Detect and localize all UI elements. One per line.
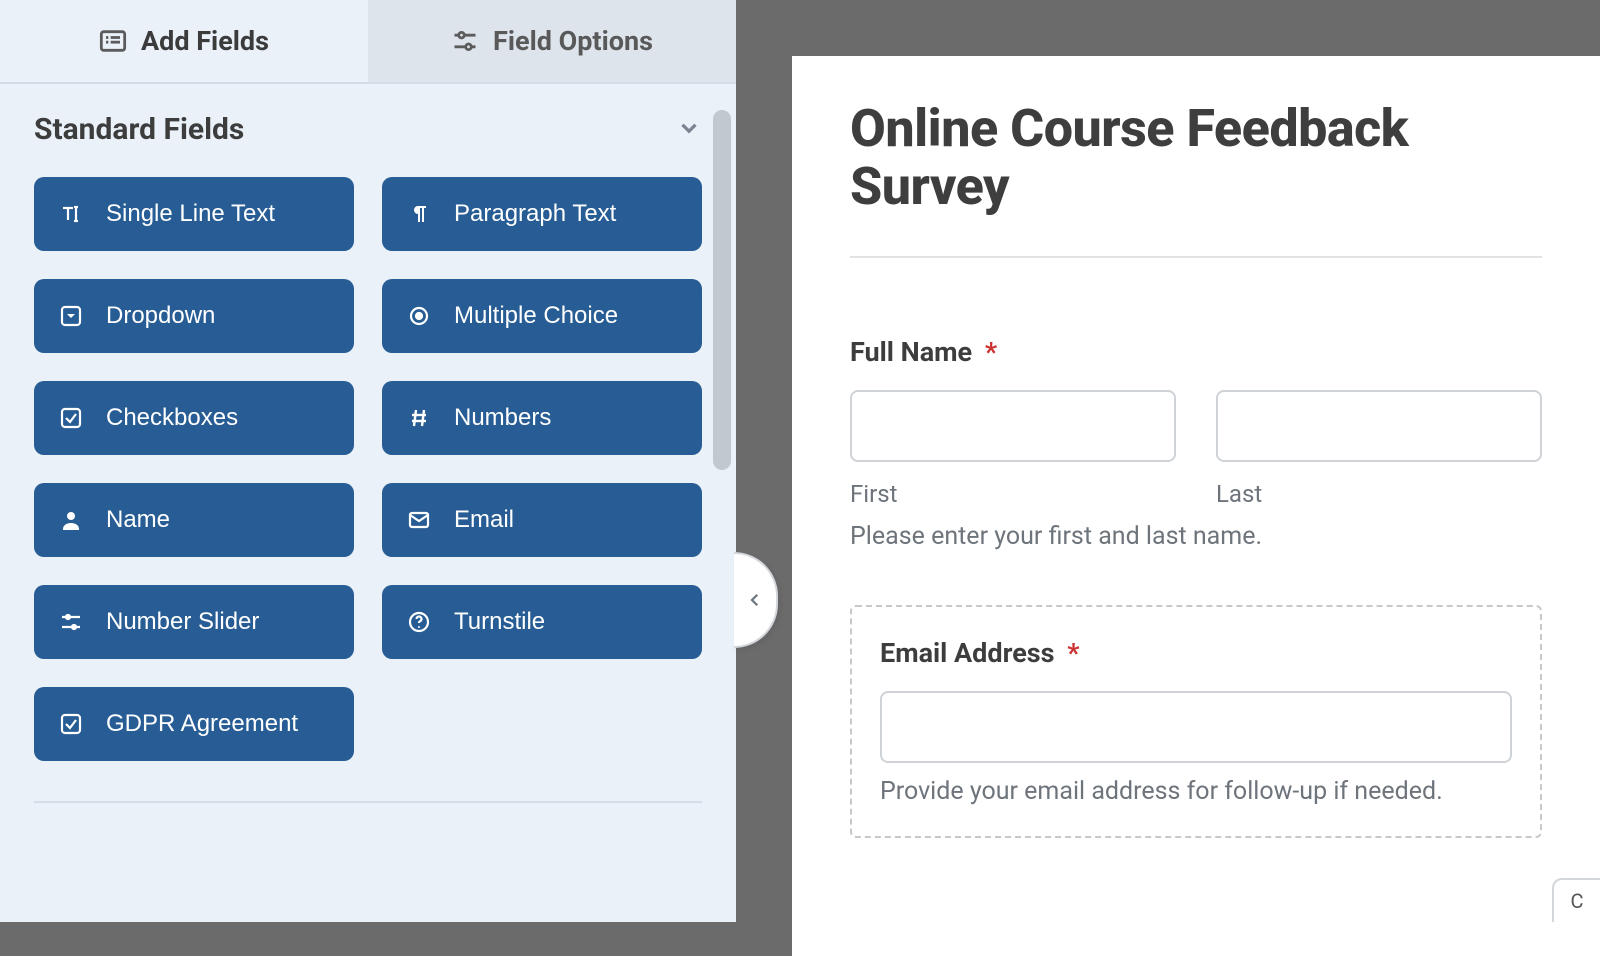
field-label: Dropdown bbox=[106, 302, 215, 330]
question-circle-icon bbox=[406, 609, 432, 635]
field-label: Name bbox=[106, 506, 170, 534]
field-label: Number Slider bbox=[106, 608, 259, 636]
field-email[interactable]: Email bbox=[382, 483, 702, 557]
first-name-sublabel: First bbox=[850, 480, 1176, 508]
caret-square-down-icon bbox=[58, 303, 84, 329]
check-square-icon bbox=[58, 405, 84, 431]
full-name-description: Please enter your first and last name. bbox=[850, 522, 1542, 551]
first-name-col: First bbox=[850, 390, 1176, 508]
envelope-icon bbox=[406, 507, 432, 533]
tab-label: Field Options bbox=[493, 25, 653, 57]
title-divider bbox=[850, 256, 1542, 258]
field-gdpr-agreement[interactable]: GDPR Agreement bbox=[34, 687, 354, 761]
email-description: Provide your email address for follow-up… bbox=[880, 777, 1512, 806]
last-name-sublabel: Last bbox=[1216, 480, 1542, 508]
field-label: Checkboxes bbox=[106, 404, 238, 432]
field-turnstile[interactable]: Turnstile bbox=[382, 585, 702, 659]
corner-tab[interactable]: C bbox=[1552, 878, 1600, 922]
label-text: Email Address bbox=[880, 637, 1055, 669]
pilcrow-icon bbox=[406, 201, 432, 227]
hash-icon bbox=[406, 405, 432, 431]
check-square-icon bbox=[58, 711, 84, 737]
field-label-email: Email Address * bbox=[880, 637, 1512, 669]
field-paragraph-text[interactable]: Paragraph Text bbox=[382, 177, 702, 251]
form-field-email[interactable]: Email Address * Provide your email addre… bbox=[850, 605, 1542, 838]
field-numbers[interactable]: Numbers bbox=[382, 381, 702, 455]
field-name[interactable]: Name bbox=[34, 483, 354, 557]
email-input[interactable] bbox=[880, 691, 1512, 763]
form-preview-area: Online Course Feedback Survey Full Name … bbox=[736, 0, 1600, 922]
label-text: Full Name bbox=[850, 336, 972, 368]
field-label: Numbers bbox=[454, 404, 551, 432]
required-star: * bbox=[985, 336, 997, 368]
text-cursor-icon bbox=[58, 201, 84, 227]
chevron-down-icon bbox=[676, 115, 702, 145]
standard-fields-grid: Single Line Text Paragraph Text Dropdown… bbox=[0, 157, 736, 791]
section-title: Standard Fields bbox=[34, 112, 244, 147]
list-icon bbox=[99, 29, 127, 53]
field-label: Multiple Choice bbox=[454, 302, 618, 330]
field-single-line-text[interactable]: Single Line Text bbox=[34, 177, 354, 251]
form-field-full-name[interactable]: Full Name * First Last Please enter your… bbox=[850, 314, 1542, 573]
tab-add-fields[interactable]: Add Fields bbox=[0, 0, 368, 82]
section-header-standard-fields[interactable]: Standard Fields bbox=[0, 84, 736, 157]
collapse-sidebar-button[interactable] bbox=[734, 552, 778, 648]
tab-label: Add Fields bbox=[141, 25, 269, 57]
required-star: * bbox=[1067, 637, 1079, 669]
field-multiple-choice[interactable]: Multiple Choice bbox=[382, 279, 702, 353]
form-title[interactable]: Online Course Feedback Survey bbox=[850, 100, 1542, 216]
form-card: Online Course Feedback Survey Full Name … bbox=[792, 56, 1600, 956]
user-icon bbox=[58, 507, 84, 533]
name-inputs-row: First Last bbox=[850, 390, 1542, 508]
field-dropdown[interactable]: Dropdown bbox=[34, 279, 354, 353]
sliders-icon bbox=[451, 29, 479, 53]
field-label: Turnstile bbox=[454, 608, 545, 636]
field-checkboxes[interactable]: Checkboxes bbox=[34, 381, 354, 455]
last-name-input[interactable] bbox=[1216, 390, 1542, 462]
field-label: Paragraph Text bbox=[454, 200, 616, 228]
radio-icon bbox=[406, 303, 432, 329]
sidebar-scrollbar[interactable] bbox=[713, 110, 731, 470]
sidebar: Add Fields Field Options Standard Fields… bbox=[0, 0, 736, 922]
first-name-input[interactable] bbox=[850, 390, 1176, 462]
field-number-slider[interactable]: Number Slider bbox=[34, 585, 354, 659]
sliders-horizontal-icon bbox=[58, 609, 84, 635]
last-name-col: Last bbox=[1216, 390, 1542, 508]
field-label: Single Line Text bbox=[106, 200, 275, 228]
tab-field-options[interactable]: Field Options bbox=[368, 0, 736, 82]
section-divider bbox=[34, 801, 702, 803]
sidebar-tabs: Add Fields Field Options bbox=[0, 0, 736, 84]
field-label: GDPR Agreement bbox=[106, 710, 298, 738]
field-label: Email bbox=[454, 506, 514, 534]
field-label-full-name: Full Name * bbox=[850, 336, 1542, 368]
